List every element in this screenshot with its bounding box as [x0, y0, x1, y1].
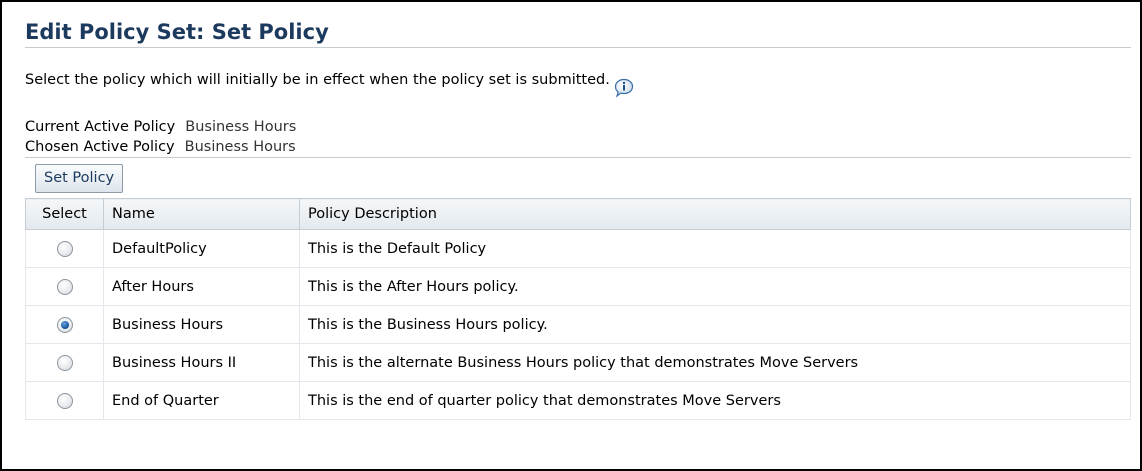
policy-summary: Current Active Policy Business Hours Cho… [25, 117, 1131, 157]
table-row[interactable]: After Hours This is the After Hours poli… [25, 267, 1131, 306]
chosen-active-policy-label: Chosen Active Policy [25, 139, 175, 155]
chosen-active-policy-value: Business Hours [184, 139, 296, 155]
select-cell [25, 343, 104, 382]
page-title: Edit Policy Set: Set Policy [25, 17, 1131, 48]
table-row[interactable]: DefaultPolicy This is the Default Policy [25, 229, 1131, 268]
policy-table: Select Name Policy Description DefaultPo… [25, 198, 1131, 420]
table-row[interactable]: Business Hours This is the Business Hour… [25, 305, 1131, 344]
select-cell [25, 229, 104, 268]
info-icon[interactable] [613, 77, 635, 99]
instruction: Select the policy which will initially b… [25, 61, 1131, 98]
policy-description: This is the After Hours policy. [299, 267, 1131, 306]
policy-description: This is the alternate Business Hours pol… [299, 343, 1131, 382]
page-content: Edit Policy Set: Set Policy Select the p… [2, 17, 1131, 420]
page-frame: Edit Policy Set: Set Policy Select the p… [0, 0, 1142, 471]
set-policy-button[interactable]: Set Policy [35, 163, 124, 193]
select-cell [25, 381, 104, 420]
policy-name: End of Quarter [103, 381, 300, 420]
policy-radio-business-hours-ii[interactable] [56, 354, 73, 371]
policy-radio-business-hours[interactable] [56, 316, 73, 333]
table-row[interactable]: Business Hours II This is the alternate … [25, 343, 1131, 382]
current-active-policy: Current Active Policy Business Hours [25, 117, 1131, 137]
instruction-text: Select the policy which will initially b… [25, 72, 610, 88]
policy-radio-end-of-quarter[interactable] [56, 392, 73, 409]
column-header-select[interactable]: Select [25, 198, 104, 230]
policy-description: This is the Business Hours policy. [299, 305, 1131, 344]
table-toolbar: Set Policy [25, 158, 1131, 198]
policy-name: DefaultPolicy [103, 229, 300, 268]
select-cell [25, 305, 104, 344]
column-header-description[interactable]: Policy Description [299, 198, 1131, 230]
policy-description: This is the Default Policy [299, 229, 1131, 268]
select-cell [25, 267, 104, 306]
policy-name: Business Hours II [103, 343, 300, 382]
policy-radio-defaultpolicy[interactable] [56, 240, 73, 257]
table-row[interactable]: End of Quarter This is the end of quarte… [25, 381, 1131, 420]
current-active-policy-value: Business Hours [185, 119, 297, 135]
policy-description: This is the end of quarter policy that d… [299, 381, 1131, 420]
column-header-name[interactable]: Name [103, 198, 300, 230]
table-header-row: Select Name Policy Description [25, 198, 1131, 230]
policy-name: After Hours [103, 267, 300, 306]
current-active-policy-label: Current Active Policy [25, 119, 176, 135]
policy-name: Business Hours [103, 305, 300, 344]
chosen-active-policy: Chosen Active Policy Business Hours [25, 137, 1131, 157]
policy-radio-after-hours[interactable] [56, 278, 73, 295]
